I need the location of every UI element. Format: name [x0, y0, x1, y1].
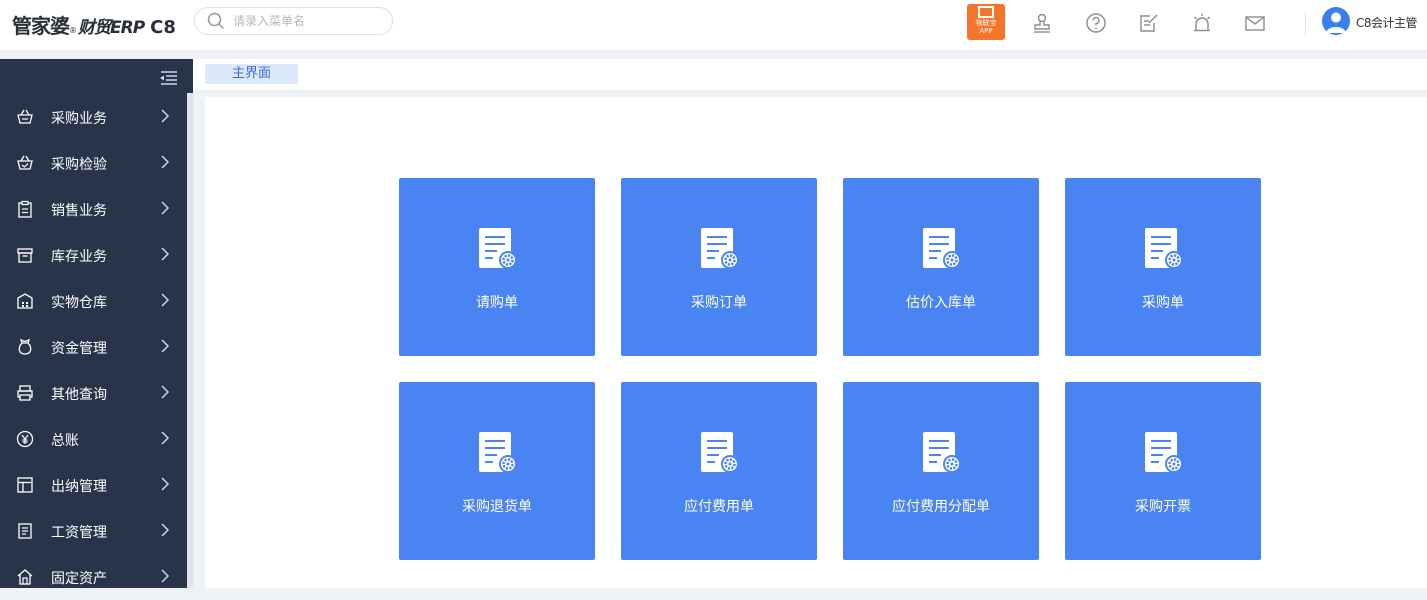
card-payable-expense[interactable]: 应付费用单 — [621, 382, 817, 560]
chevron-right-icon — [161, 247, 170, 261]
user-icon — [1326, 12, 1346, 33]
box-icon — [17, 248, 33, 263]
sidebar-item-inventory[interactable]: 库存业务 — [0, 232, 187, 278]
tab-main[interactable]: 主界面 — [205, 64, 298, 84]
sidebar-item-purchase-inspection[interactable]: 采购检验 — [0, 140, 187, 186]
edit-note-icon[interactable] — [1138, 12, 1160, 34]
sidebar-item-label: 资金管理 — [51, 341, 107, 357]
document-settings-icon — [701, 432, 739, 473]
chevron-right-icon — [161, 385, 170, 399]
main-content: 请购单 采购订单 估价入库单 采购单 采购退货单 应付费用单 应付费用分配单 采… — [205, 97, 1427, 588]
sidebar-item-label: 采购检验 — [51, 157, 107, 173]
sidebar-item-label: 实物仓库 — [51, 295, 107, 311]
warehouse-icon — [17, 293, 33, 309]
card-purchase-bill[interactable]: 采购单 — [1065, 178, 1261, 356]
document-settings-icon — [479, 432, 517, 473]
help-icon[interactable] — [1085, 12, 1107, 34]
sidebar-item-fixed-assets[interactable]: 固定资产 — [0, 554, 187, 600]
sidebar-item-label: 库存业务 — [51, 249, 107, 265]
money-bag-icon — [18, 338, 32, 355]
header-divider — [1305, 12, 1306, 36]
chevron-right-icon — [161, 477, 170, 491]
card-purchase-order[interactable]: 采购订单 — [621, 178, 817, 356]
app-badge-line1: 物联宝 — [975, 19, 997, 27]
brand-name: 管家婆 — [12, 14, 70, 38]
basket-check-icon — [17, 155, 33, 170]
chevron-right-icon — [161, 431, 170, 445]
document-settings-icon — [923, 228, 961, 269]
qr-code-icon — [978, 6, 994, 18]
search-input[interactable] — [233, 14, 373, 28]
card-payable-expense-allocation[interactable]: 应付费用分配单 — [843, 382, 1039, 560]
user-name[interactable]: C8会计主管 — [1356, 14, 1418, 31]
card-label: 采购单 — [1142, 295, 1184, 311]
document-settings-icon — [1145, 432, 1183, 473]
card-label: 采购退货单 — [462, 499, 532, 515]
user-avatar[interactable] — [1322, 7, 1350, 35]
search-icon — [207, 12, 225, 30]
tab-strip: 主界面 — [193, 59, 1427, 90]
chevron-right-icon — [161, 155, 170, 169]
yen-icon — [16, 430, 34, 448]
sidebar-item-payroll[interactable]: 工资管理 — [0, 508, 187, 554]
card-label: 采购开票 — [1135, 499, 1191, 515]
card-purchase-return[interactable]: 采购退货单 — [399, 382, 595, 560]
sidebar-item-label: 销售业务 — [51, 203, 107, 219]
sidebar-item-funds[interactable]: 资金管理 — [0, 324, 187, 370]
app-badge-line2: APP — [979, 27, 993, 35]
stamp-icon[interactable] — [1031, 12, 1053, 34]
sidebar-item-label: 总账 — [51, 433, 79, 449]
printer-icon — [17, 385, 33, 401]
card-label: 请购单 — [476, 295, 518, 311]
mail-icon[interactable] — [1244, 12, 1266, 34]
sidebar-item-label: 固定资产 — [51, 571, 107, 587]
card-label: 应付费用分配单 — [892, 499, 990, 515]
layout-icon — [17, 477, 33, 493]
brand-edition: C8 — [150, 17, 176, 38]
chevron-right-icon — [161, 339, 170, 353]
sidebar-item-general-ledger[interactable]: 总账 — [0, 416, 187, 462]
document-settings-icon — [1145, 228, 1183, 269]
document-settings-icon — [923, 432, 961, 473]
card-label: 估价入库单 — [906, 295, 976, 311]
card-purchase-invoicing[interactable]: 采购开票 — [1065, 382, 1261, 560]
card-estimated-receipt[interactable]: 估价入库单 — [843, 178, 1039, 356]
sidebar-item-other-query[interactable]: 其他查询 — [0, 370, 187, 416]
chevron-right-icon — [161, 523, 170, 537]
sidebar-item-sales[interactable]: 销售业务 — [0, 186, 187, 232]
card-purchase-requisition[interactable]: 请购单 — [399, 178, 595, 356]
menu-search[interactable] — [194, 7, 393, 35]
sidebar-item-cashier[interactable]: 出纳管理 — [0, 462, 187, 508]
card-label: 采购订单 — [691, 295, 747, 311]
house-icon — [17, 569, 33, 585]
collapse-menu-icon[interactable] — [158, 70, 178, 86]
chevron-right-icon — [161, 201, 170, 215]
card-label: 应付费用单 — [684, 499, 754, 515]
sidebar-item-label: 采购业务 — [51, 111, 107, 127]
brand-product: 财贸ERP — [78, 18, 145, 38]
basket-icon — [17, 109, 33, 124]
sidebar-item-label: 工资管理 — [51, 525, 107, 541]
registered-mark: ® — [69, 26, 77, 35]
clipboard-icon — [18, 200, 32, 218]
sidebar: 采购业务 采购检验 销售业务 库存业务 实物仓库 资金管理 其他查询 总账 出纳 — [0, 59, 193, 588]
alarm-icon[interactable] — [1191, 12, 1213, 34]
document-settings-icon — [701, 228, 739, 269]
payroll-icon — [18, 523, 32, 539]
document-settings-icon — [479, 228, 517, 269]
chevron-right-icon — [161, 109, 170, 123]
sidebar-item-label: 其他查询 — [51, 387, 107, 403]
brand-logo[interactable]: 管家婆 ® 财贸ERP C8 — [12, 10, 176, 38]
chevron-right-icon — [161, 293, 170, 307]
top-bar: 管家婆®财贸ERPC8 物联宝 APP — [0, 0, 1427, 50]
sidebar-scrollbar[interactable] — [187, 93, 193, 588]
sidebar-item-purchase[interactable]: 采购业务 — [0, 94, 187, 140]
app-qr-badge[interactable]: 物联宝 APP — [967, 4, 1005, 40]
sidebar-item-label: 出纳管理 — [51, 479, 107, 495]
sidebar-item-warehouse[interactable]: 实物仓库 — [0, 278, 187, 324]
chevron-right-icon — [161, 569, 170, 583]
